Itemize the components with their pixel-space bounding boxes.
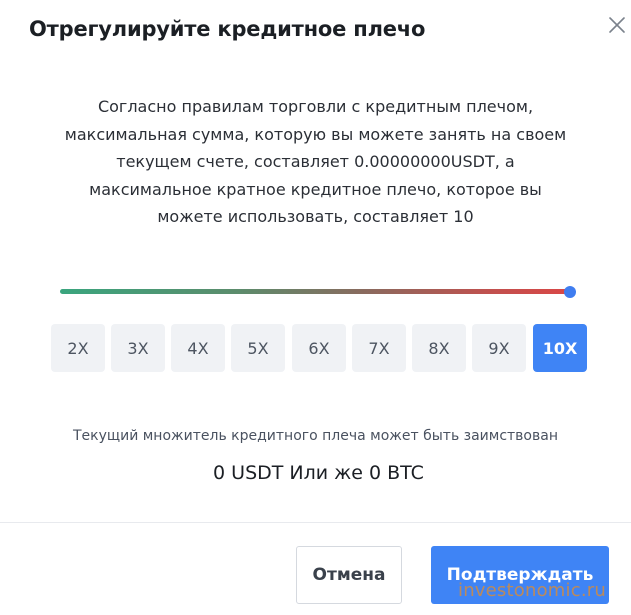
leverage-option-9x[interactable]: 9X [472, 324, 526, 372]
cancel-button[interactable]: Отмена [296, 546, 402, 604]
footer-divider [0, 522, 631, 523]
leverage-option-2x[interactable]: 2X [51, 324, 105, 372]
borrow-note: Текущий множитель кредитного плеча может… [73, 428, 558, 444]
leverage-dialog: Отрегулируйте кредитное плечо Согласно п… [0, 0, 631, 615]
leverage-option-7x[interactable]: 7X [352, 324, 406, 372]
leverage-slider[interactable] [60, 286, 576, 298]
slider-thumb[interactable] [564, 286, 576, 298]
leverage-option-5x[interactable]: 5X [231, 324, 285, 372]
leverage-option-4x[interactable]: 4X [171, 324, 225, 372]
leverage-option-8x[interactable]: 8X [412, 324, 466, 372]
close-button[interactable] [607, 15, 627, 35]
leverage-option-3x[interactable]: 3X [111, 324, 165, 372]
leverage-option-10x[interactable]: 10X [533, 324, 587, 372]
borrow-amount: 0 USDT Или же 0 BTC [213, 462, 424, 484]
close-icon [609, 17, 625, 33]
slider-track[interactable] [60, 289, 569, 294]
leverage-option-6x[interactable]: 6X [292, 324, 346, 372]
leverage-options: 2X 3X 4X 5X 6X 7X 8X 9X 10X [51, 324, 591, 372]
confirm-button[interactable]: Подтверждать [431, 546, 609, 604]
leverage-rules-text: Согласно правилам торговли с кредитным п… [64, 97, 567, 226]
dialog-title: Отрегулируйте кредитное плечо [29, 17, 426, 41]
